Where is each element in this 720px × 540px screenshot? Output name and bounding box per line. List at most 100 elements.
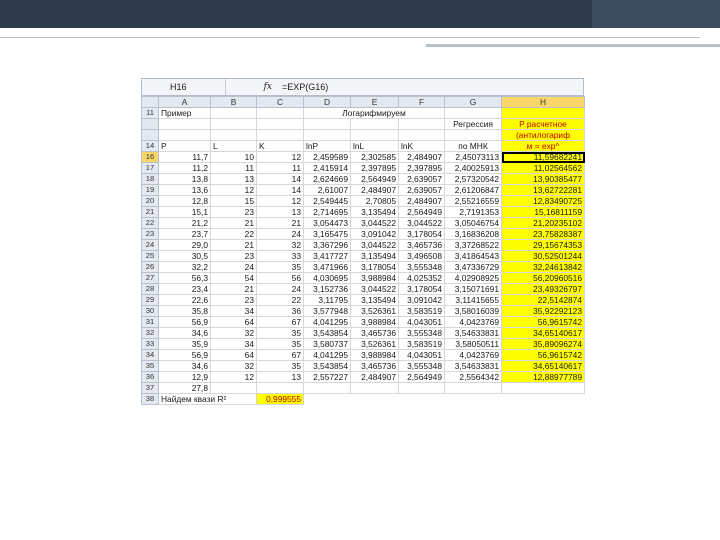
cell-f[interactable]: 3,555348 (398, 360, 445, 372)
cell-a[interactable]: 21,2 (158, 217, 211, 229)
cell-g12[interactable]: Регрессия (444, 118, 502, 130)
cell-d11[interactable]: Логарифмируем (303, 107, 445, 119)
cell-h[interactable]: 35,89096274 (501, 338, 585, 350)
cell-e[interactable]: 2,484907 (350, 371, 399, 383)
cell-a12[interactable] (158, 118, 211, 130)
row-header[interactable]: 38 (141, 393, 159, 405)
cell-d[interactable]: 3,11795 (303, 294, 351, 306)
cell-d12[interactable] (303, 118, 351, 130)
cell-g[interactable]: 2,57320542 (444, 173, 502, 185)
cell-e[interactable]: 3,044522 (350, 239, 399, 251)
cell-c[interactable]: 13 (256, 371, 304, 383)
cell-a[interactable]: 32,2 (158, 261, 211, 273)
cell-b12[interactable] (210, 118, 257, 130)
cell-f[interactable]: 3,178054 (398, 283, 445, 295)
cell-d[interactable] (303, 382, 351, 394)
row-header[interactable] (141, 118, 159, 130)
row-header[interactable]: 37 (141, 382, 159, 394)
cell-g[interactable]: 3,47336729 (444, 261, 502, 273)
row-header[interactable]: 23 (141, 228, 159, 240)
row-header[interactable]: 18 (141, 173, 159, 185)
cell-h[interactable]: 21,20235102 (501, 217, 585, 229)
cell-h[interactable]: 56,20960516 (501, 272, 585, 284)
cell-d[interactable]: 3,543854 (303, 327, 351, 339)
cell-f[interactable]: 3,044522 (398, 217, 445, 229)
row-header[interactable]: 20 (141, 195, 159, 207)
cell-a[interactable]: 27,8 (158, 382, 211, 394)
cell-c38-r2[interactable]: 0,999555 (256, 393, 304, 405)
cell-c[interactable]: 14 (256, 184, 304, 196)
cell-c[interactable]: 24 (256, 283, 304, 295)
cell-h[interactable]: 35,92292123 (501, 305, 585, 317)
row-header[interactable]: 21 (141, 206, 159, 218)
cell-e12[interactable] (350, 118, 399, 130)
cell-f13[interactable] (398, 129, 445, 141)
cell-h[interactable]: 15,16811159 (501, 206, 585, 218)
cell-c[interactable]: 21 (256, 217, 304, 229)
cell-b[interactable]: 21 (210, 217, 257, 229)
cell-e[interactable]: 3,135494 (350, 206, 399, 218)
cell-a38-label[interactable]: Найдем квази R² (158, 393, 257, 405)
cell-d[interactable]: 2,714695 (303, 206, 351, 218)
column-header-e[interactable]: E (350, 96, 399, 108)
cell-d14[interactable]: lnP (303, 140, 351, 152)
cell-g[interactable]: 3,54633831 (444, 360, 502, 372)
cell-b[interactable]: 12 (210, 371, 257, 383)
cell-f[interactable]: 3,555348 (398, 261, 445, 273)
cell-h[interactable]: 23,49326797 (501, 283, 585, 295)
cell-c[interactable]: 36 (256, 305, 304, 317)
cell-e[interactable]: 3,135494 (350, 250, 399, 262)
cell-e[interactable]: 3,135494 (350, 294, 399, 306)
cell-h11[interactable] (501, 107, 585, 119)
cell-c[interactable]: 24 (256, 228, 304, 240)
cell-f[interactable]: 2,564949 (398, 371, 445, 383)
cell-e[interactable]: 3,465736 (350, 360, 399, 372)
cell-d[interactable]: 2,61007 (303, 184, 351, 196)
cell-c[interactable]: 35 (256, 261, 304, 273)
cell-a[interactable]: 56,9 (158, 316, 211, 328)
cell-h12[interactable]: P расчетное (501, 118, 585, 130)
cell-e[interactable]: 3,988984 (350, 316, 399, 328)
cell-b[interactable]: 34 (210, 305, 257, 317)
cell-e[interactable]: 2,484907 (350, 184, 399, 196)
cell-g[interactable]: 2,5564342 (444, 371, 502, 383)
cell-b[interactable]: 64 (210, 316, 257, 328)
cell-a[interactable]: 56,9 (158, 349, 211, 361)
cell-h13[interactable]: (антилогариф (501, 129, 585, 141)
cell-h[interactable]: 34,65140617 (501, 327, 585, 339)
cell-f[interactable]: 3,583519 (398, 338, 445, 350)
row-header[interactable]: 28 (141, 283, 159, 295)
row-header[interactable]: 31 (141, 316, 159, 328)
cell-h[interactable]: 32,24613842 (501, 261, 585, 273)
cell-b[interactable]: 34 (210, 338, 257, 350)
cell-c[interactable]: 13 (256, 206, 304, 218)
cell-e[interactable] (350, 382, 399, 394)
cell-e[interactable]: 2,302585 (350, 151, 399, 163)
cell-b13[interactable] (210, 129, 257, 141)
row-header[interactable]: 33 (141, 338, 159, 350)
cell-e14[interactable]: lnL (350, 140, 399, 152)
cell-c[interactable]: 35 (256, 338, 304, 350)
cell-h[interactable]: 13,62722281 (501, 184, 585, 196)
cell-c[interactable]: 12 (256, 195, 304, 207)
cell-b[interactable]: 21 (210, 283, 257, 295)
cell-f[interactable]: 2,639057 (398, 184, 445, 196)
cell-d[interactable]: 4,041295 (303, 349, 351, 361)
cell-g[interactable]: 4,0423769 (444, 316, 502, 328)
cell-e[interactable]: 3,044522 (350, 217, 399, 229)
row-header[interactable]: 35 (141, 360, 159, 372)
cell-a[interactable]: 34,6 (158, 327, 211, 339)
cell-c13[interactable] (256, 129, 304, 141)
cell-a[interactable]: 56,3 (158, 272, 211, 284)
cell-a[interactable]: 23,7 (158, 228, 211, 240)
cell-b[interactable]: 11 (210, 162, 257, 174)
cell-c14[interactable]: K (256, 140, 304, 152)
cell-b11[interactable] (210, 107, 257, 119)
cell-g38[interactable] (445, 394, 502, 405)
cell-g14[interactable]: по МНК (444, 140, 502, 152)
row-header[interactable]: 22 (141, 217, 159, 229)
cell-f14[interactable]: lnK (398, 140, 445, 152)
cell-d[interactable]: 3,543854 (303, 360, 351, 372)
cell-f[interactable]: 2,564949 (398, 206, 445, 218)
cell-e13[interactable] (350, 129, 399, 141)
